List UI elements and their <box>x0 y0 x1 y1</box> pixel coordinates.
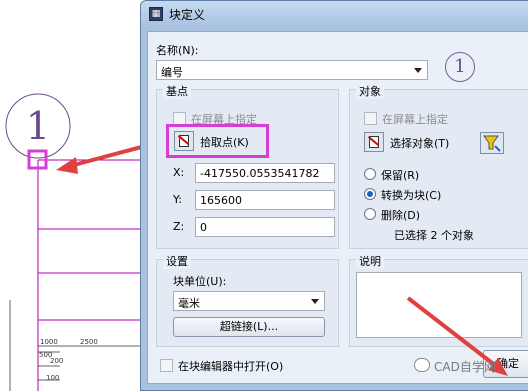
chevron-down-icon[interactable] <box>311 299 319 304</box>
base-point-group: 基点 在屏幕上指定 拾取点(K) X: -417550.0553541782 Y… <box>156 83 339 249</box>
objects-group: 对象 在屏幕上指定 选择对象(T) 保留(R) 转换为块(C) 删除(D) 已选… <box>349 83 528 249</box>
block-unit-combobox[interactable]: 毫米 <box>173 291 325 311</box>
select-objects-icon <box>369 136 379 148</box>
cad-circle-marker: 1 <box>5 93 71 159</box>
select-objects-button[interactable] <box>364 132 384 152</box>
x-value: -417550.0553541782 <box>200 167 320 180</box>
y-value: 165600 <box>200 194 242 207</box>
specify-on-screen-label-objects: 在屏幕上指定 <box>382 113 448 126</box>
quick-select-filter-icon[interactable] <box>480 132 504 154</box>
wechat-icon <box>414 358 430 372</box>
delete-label: 删除(D) <box>381 209 421 222</box>
cad-dimension-lines: 1000 2500 500 200 100 <box>38 338 145 382</box>
cad-marker-text: 1 <box>26 104 50 148</box>
name-combobox[interactable]: 编号 <box>156 60 428 80</box>
funnel-icon <box>483 135 501 152</box>
select-objects-label[interactable]: 选择对象(T) <box>390 135 449 151</box>
z-label: Z: <box>173 220 185 233</box>
delete-radio[interactable] <box>364 208 376 220</box>
y-field[interactable]: 165600 <box>195 190 335 210</box>
specify-on-screen-checkbox-objects[interactable] <box>364 112 377 125</box>
x-label: X: <box>173 166 185 179</box>
convert-to-block-radio[interactable] <box>364 188 376 200</box>
name-label: 名称(N): <box>156 44 199 57</box>
selected-count-status: 已选择 2 个对象 <box>394 229 474 242</box>
description-title: 说明 <box>356 253 384 269</box>
dialog-title: 块定义 <box>169 8 206 22</box>
objects-title: 对象 <box>356 83 384 99</box>
z-value: 0 <box>200 221 207 234</box>
block-icon: ▦ <box>149 7 163 21</box>
watermark: CAD自学网 <box>414 356 506 376</box>
block-unit-value: 毫米 <box>178 297 200 310</box>
circled-marker: 1 <box>445 52 475 82</box>
dim-2500: 2500 <box>80 338 98 346</box>
name-value: 编号 <box>161 66 183 79</box>
dim-100: 100 <box>46 374 59 382</box>
dim-200: 200 <box>50 357 63 365</box>
settings-title: 设置 <box>163 253 191 269</box>
pick-point-highlight <box>166 124 269 158</box>
cad-lines <box>9 159 145 391</box>
z-field[interactable]: 0 <box>195 217 335 237</box>
retain-radio[interactable] <box>364 168 376 180</box>
block-unit-label: 块单位(U): <box>173 275 227 288</box>
title-bar[interactable]: ▦ 块定义 <box>141 1 528 27</box>
hyperlink-button[interactable]: 超链接(L)... <box>173 317 325 337</box>
x-field[interactable]: -417550.0553541782 <box>195 163 335 183</box>
chevron-down-icon[interactable] <box>414 68 422 73</box>
retain-label: 保留(R) <box>381 169 420 182</box>
open-in-editor-checkbox[interactable] <box>160 359 173 372</box>
dim-1000: 1000 <box>40 338 58 346</box>
y-label: Y: <box>173 193 182 206</box>
base-point-title: 基点 <box>163 83 191 99</box>
convert-to-block-label: 转换为块(C) <box>381 189 442 202</box>
open-in-editor-label: 在块编辑器中打开(O) <box>178 360 284 373</box>
settings-group: 设置 块单位(U): 毫米 超链接(L)... <box>156 253 339 347</box>
watermark-text: CAD自学网 <box>434 360 496 374</box>
